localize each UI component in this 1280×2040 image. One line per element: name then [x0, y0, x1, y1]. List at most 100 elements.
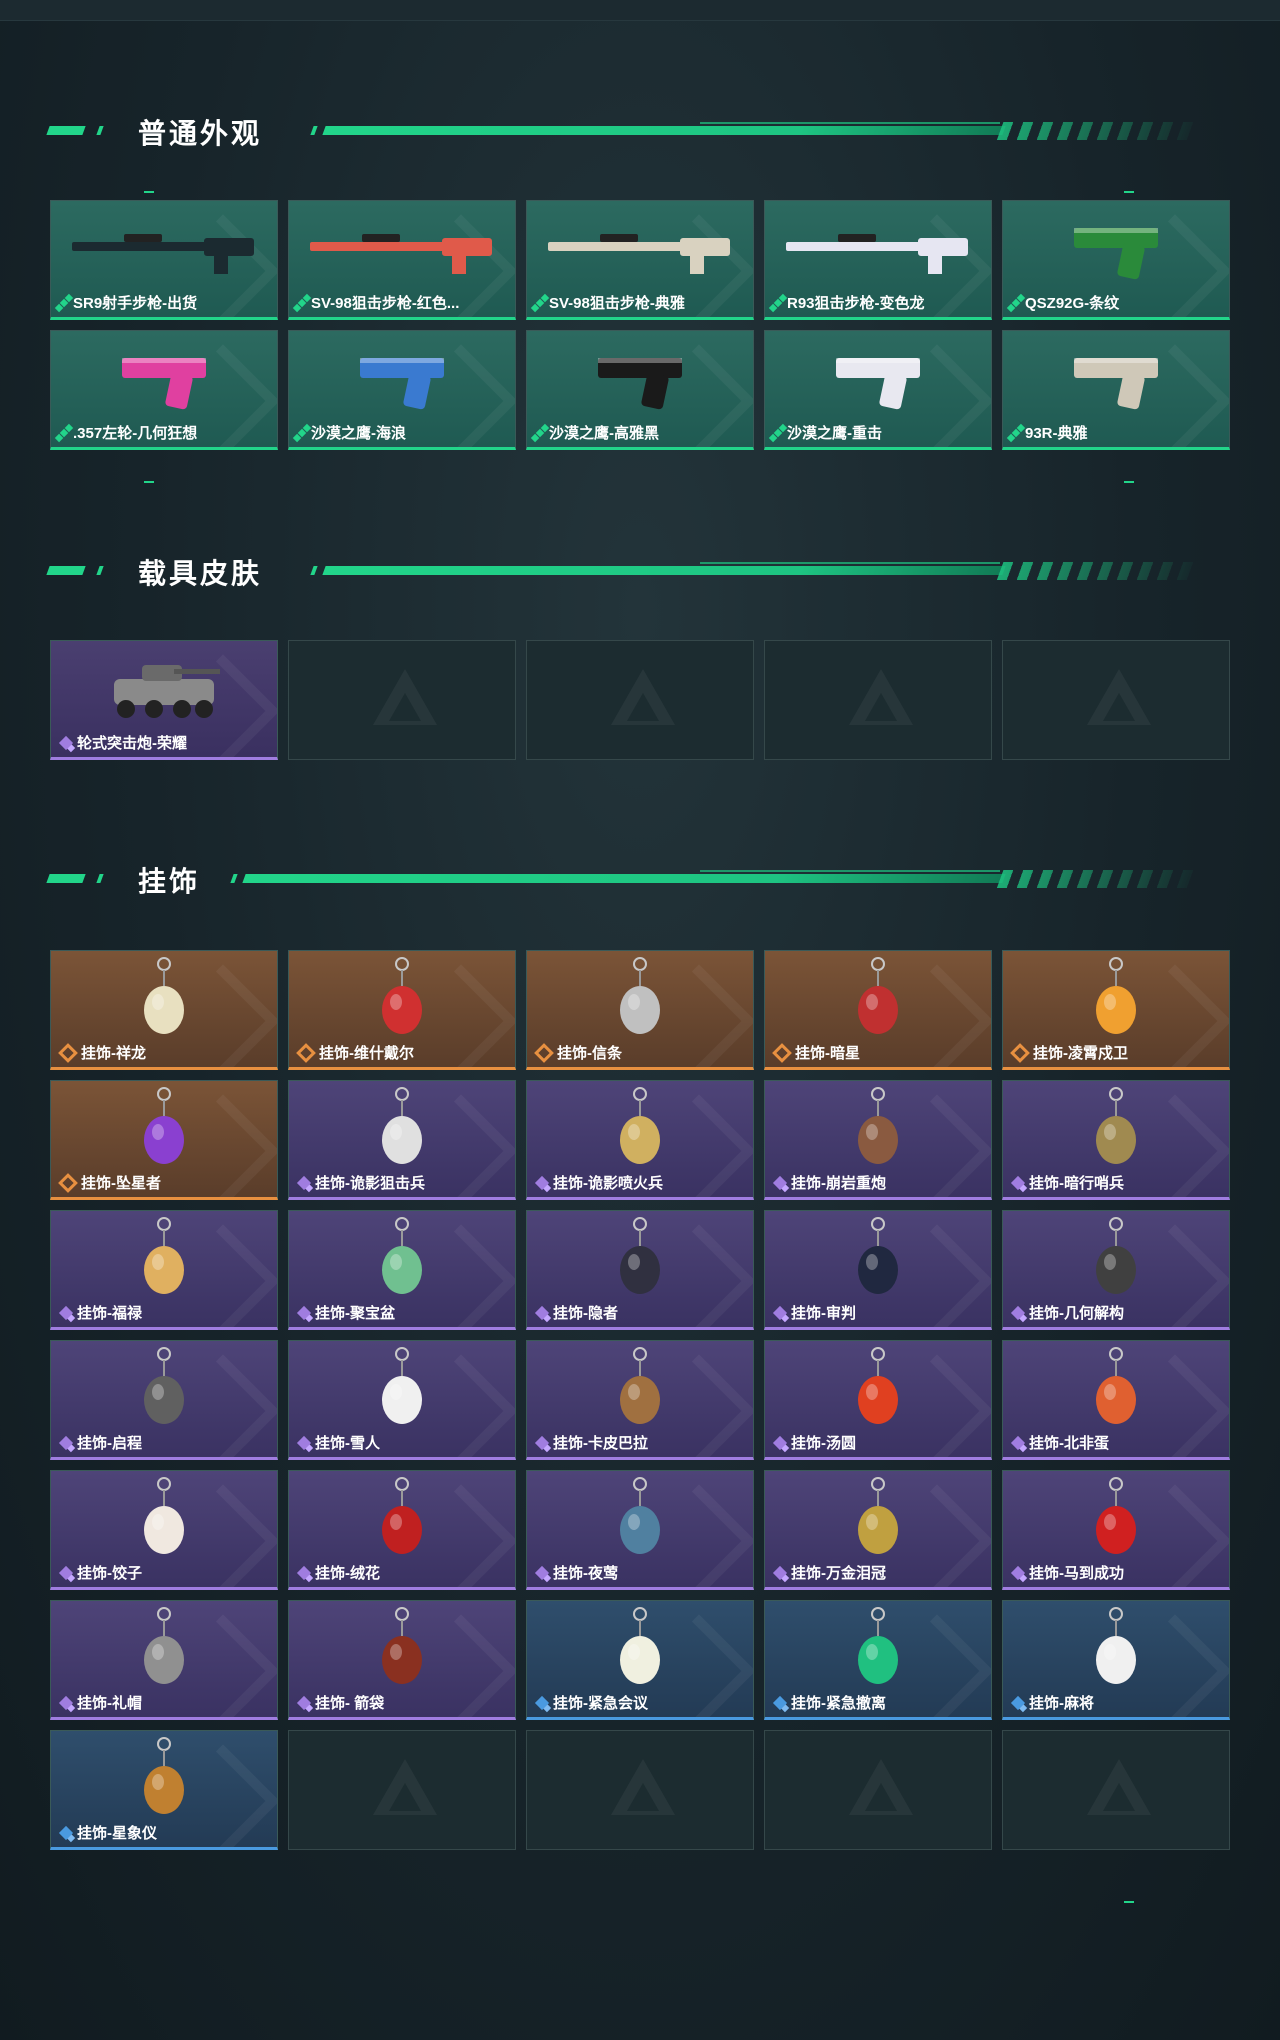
rarity-purple-icon — [1010, 1305, 1026, 1320]
item-label: 轮式突击炮-荣耀 — [58, 732, 187, 753]
weapon-image — [289, 337, 515, 421]
charm-card[interactable]: 挂饰-坠星者 — [50, 1080, 278, 1200]
rarity-green-icon — [535, 428, 545, 437]
weapon-card[interactable]: QSZ92G-条纹 — [1002, 200, 1230, 320]
charm-card[interactable]: 挂饰-雪人 — [288, 1340, 516, 1460]
weapon-card[interactable]: .357左轮-几何狂想 — [50, 330, 278, 450]
charm-card[interactable]: 挂饰-几何解构 — [1002, 1210, 1230, 1330]
vehicle-card[interactable]: 轮式突击炮-荣耀 — [50, 640, 278, 760]
pistol-icon — [598, 358, 682, 410]
item-name: 挂饰-启程 — [77, 1435, 142, 1452]
item-name: 挂饰-凌霄戍卫 — [1033, 1045, 1128, 1062]
charm-card[interactable]: 挂饰-夜莺 — [526, 1470, 754, 1590]
charm-card[interactable]: 挂饰-麻将 — [1002, 1600, 1230, 1720]
charm-card[interactable]: 挂饰-暗星 — [764, 950, 992, 1070]
pistol-icon — [1074, 358, 1158, 410]
charm-icon — [144, 957, 184, 1034]
item-name: 挂饰-饺子 — [77, 1565, 142, 1582]
item-name: 挂饰-万金泪冠 — [791, 1565, 886, 1582]
charm-card[interactable]: 挂饰-紧急会议 — [526, 1600, 754, 1720]
charm-card[interactable]: 挂饰-启程 — [50, 1340, 278, 1460]
charm-image — [51, 1087, 277, 1171]
charm-card[interactable]: 挂饰-审判 — [764, 1210, 992, 1330]
placeholder-logo-cutout — [627, 1783, 659, 1811]
charm-card[interactable]: 挂饰-星象仪 — [50, 1730, 278, 1850]
charm-card[interactable]: 挂饰-隐者 — [526, 1210, 754, 1330]
item-label: QSZ92G-条纹 — [1011, 292, 1119, 313]
item-label: R93狙击步枪-变色龙 — [773, 292, 925, 313]
corner-tick — [1124, 481, 1134, 483]
rarity-green-icon — [59, 298, 69, 307]
rarity-purple-icon — [772, 1565, 788, 1580]
charm-card[interactable]: 挂饰-马到成功 — [1002, 1470, 1230, 1590]
placeholder-logo-cutout — [389, 693, 421, 721]
charm-icon — [382, 1347, 422, 1424]
item-name: SV-98狙击步枪-典雅 — [549, 295, 685, 312]
rarity-purple-icon — [772, 1435, 788, 1450]
item-name: 挂饰-礼帽 — [77, 1695, 142, 1712]
charm-card[interactable]: 挂饰-聚宝盆 — [288, 1210, 516, 1330]
weapon-card[interactable]: SV-98狙击步枪-典雅 — [526, 200, 754, 320]
rarity-purple-icon — [296, 1695, 312, 1710]
charm-image — [1003, 1217, 1229, 1301]
charm-card[interactable]: 挂饰-饺子 — [50, 1470, 278, 1590]
weapon-card[interactable]: SR9射手步枪-出货 — [50, 200, 278, 320]
sniper-rifle-icon — [310, 234, 492, 274]
charm-card[interactable]: 挂饰-诡影喷火兵 — [526, 1080, 754, 1200]
charm-card[interactable]: 挂饰-信条 — [526, 950, 754, 1070]
charm-card[interactable]: 挂饰-维什戴尔 — [288, 950, 516, 1070]
placeholder-logo-cutout — [627, 693, 659, 721]
rifle-icon — [72, 234, 254, 274]
charm-card[interactable]: 挂饰-福禄 — [50, 1210, 278, 1330]
charm-card[interactable]: 挂饰-卡皮巴拉 — [526, 1340, 754, 1460]
charm-card[interactable]: 挂饰- 箭袋 — [288, 1600, 516, 1720]
charm-image — [51, 1607, 277, 1691]
charm-image — [51, 1217, 277, 1301]
rarity-green-icon — [1011, 428, 1021, 437]
charm-icon — [1096, 1217, 1136, 1294]
header-pattern — [996, 122, 1204, 140]
charm-card[interactable]: 挂饰-绒花 — [288, 1470, 516, 1590]
charm-card[interactable]: 挂饰-紧急撤离 — [764, 1600, 992, 1720]
weapon-card[interactable]: 沙漠之鹰-高雅黑 — [526, 330, 754, 450]
item-label: 挂饰-马到成功 — [1010, 1562, 1124, 1583]
rarity-green-icon — [773, 298, 783, 307]
charm-card[interactable]: 挂饰-凌霄戍卫 — [1002, 950, 1230, 1070]
rarity-purple-icon — [58, 1305, 74, 1320]
item-name: 沙漠之鹰-海浪 — [311, 425, 406, 442]
charm-card[interactable]: 挂饰-祥龙 — [50, 950, 278, 1070]
corner-tick — [1124, 1901, 1134, 1903]
placeholder-logo-cutout — [865, 1783, 897, 1811]
charm-icon — [1096, 1477, 1136, 1554]
charm-card[interactable]: 挂饰-北非蛋 — [1002, 1340, 1230, 1460]
rarity-blue-icon — [534, 1695, 550, 1710]
charm-icon — [1096, 1607, 1136, 1684]
header-accent — [310, 126, 318, 135]
sniper-rifle-icon — [786, 234, 968, 274]
sniper-rifle-icon — [548, 234, 730, 274]
item-name: 沙漠之鹰-重击 — [787, 425, 882, 442]
charm-card[interactable]: 挂饰-万金泪冠 — [764, 1470, 992, 1590]
weapon-card[interactable]: R93狙击步枪-变色龙 — [764, 200, 992, 320]
weapon-card[interactable]: 沙漠之鹰-海浪 — [288, 330, 516, 450]
charm-card[interactable]: 挂饰-礼帽 — [50, 1600, 278, 1720]
item-name: 挂饰-聚宝盆 — [315, 1305, 395, 1322]
charm-icon — [144, 1607, 184, 1684]
charm-card[interactable]: 挂饰-诡影狙击兵 — [288, 1080, 516, 1200]
weapon-card[interactable]: 93R-典雅 — [1002, 330, 1230, 450]
charm-image — [1003, 1087, 1229, 1171]
charm-image — [289, 1347, 515, 1431]
charm-image — [289, 1217, 515, 1301]
charm-card[interactable]: 挂饰-汤圆 — [764, 1340, 992, 1460]
item-name: 轮式突击炮-荣耀 — [77, 735, 187, 752]
charm-image — [765, 1217, 991, 1301]
item-name: SR9射手步枪-出货 — [73, 295, 198, 312]
charm-card[interactable]: 挂饰-崩岩重炮 — [764, 1080, 992, 1200]
item-name: SV-98狙击步枪-红色... — [311, 295, 460, 312]
charm-card[interactable]: 挂饰-暗行哨兵 — [1002, 1080, 1230, 1200]
weapon-card[interactable]: SV-98狙击步枪-红色... — [288, 200, 516, 320]
charm-image — [527, 1477, 753, 1561]
charm-icon — [1096, 1087, 1136, 1164]
weapon-card[interactable]: 沙漠之鹰-重击 — [764, 330, 992, 450]
rarity-orange-icon — [58, 1042, 78, 1063]
